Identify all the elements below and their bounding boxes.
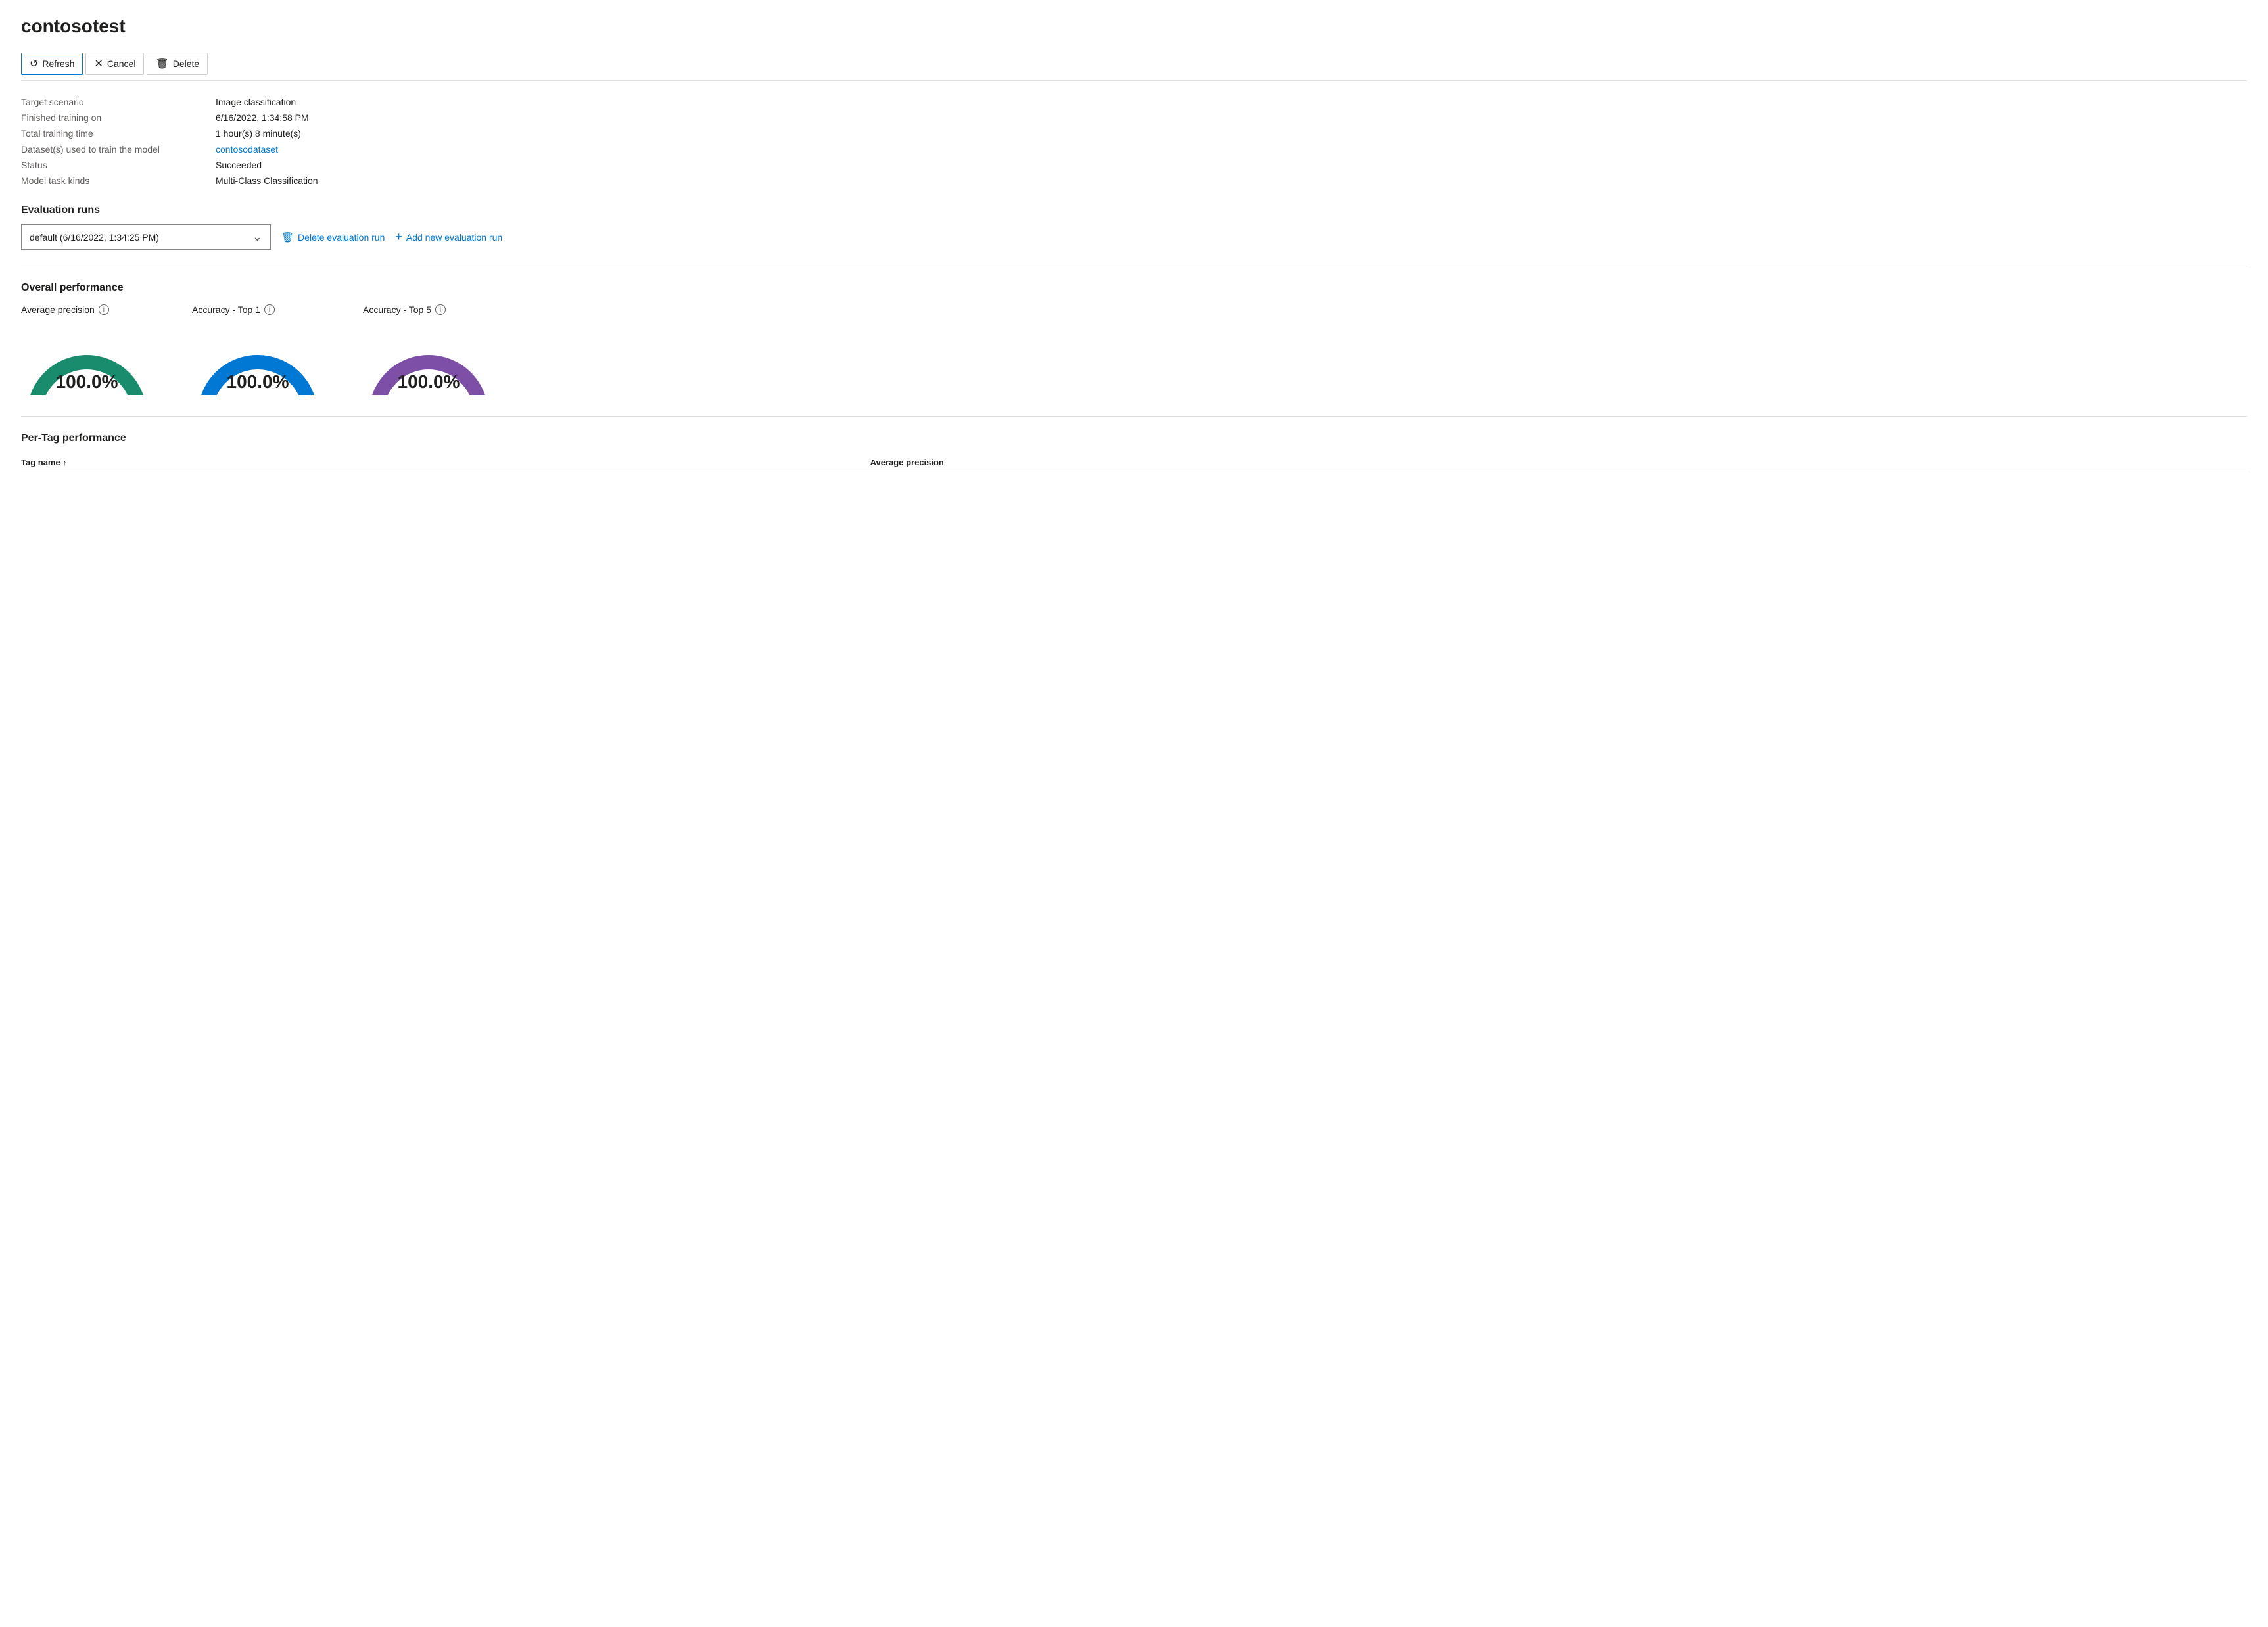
info-label-5: Model task kinds [21, 176, 205, 186]
delete-eval-icon: 🗑 [281, 231, 294, 243]
delete-label: Delete [173, 59, 199, 69]
gauge-value-0: 100.0% [21, 371, 153, 392]
per-tag-col-0[interactable]: Tag name↑ [21, 452, 870, 473]
gauge-0: Average precision i 100.0% [21, 304, 153, 395]
info-grid: Target scenario Image classification Finis… [21, 97, 2247, 186]
gauge-wrapper-0: 100.0% [21, 323, 153, 395]
gauge-wrapper-1: 100.0% [192, 323, 323, 395]
gauge-1: Accuracy - Top 1 i 100.0% [192, 304, 323, 395]
eval-run-dropdown[interactable]: default (6/16/2022, 1:34:25 PM) ⌄ [21, 224, 271, 250]
delete-icon: 🗑 [155, 57, 168, 70]
refresh-button[interactable]: ↺ Refresh [21, 53, 83, 75]
refresh-icon: ↺ [30, 57, 38, 70]
info-label-0: Target scenario [21, 97, 205, 107]
gauge-title-2: Accuracy - Top 5 [363, 304, 431, 315]
gauge-label-1: Accuracy - Top 1 i [192, 304, 275, 315]
refresh-label: Refresh [42, 59, 74, 69]
overall-performance-section: Overall performance Average precision i 1… [21, 282, 2247, 395]
add-eval-run-button[interactable]: + Add new evaluation run [395, 227, 502, 247]
gauge-value-2: 100.0% [363, 371, 494, 392]
info-value-5: Multi-Class Classification [216, 176, 2247, 186]
info-value-2: 1 hour(s) 8 minute(s) [216, 128, 2247, 139]
evaluation-runs-title: Evaluation runs [21, 204, 2247, 216]
overall-performance-title: Overall performance [21, 282, 2247, 294]
gauge-info-icon-0[interactable]: i [99, 304, 109, 315]
gauge-wrapper-2: 100.0% [363, 323, 494, 395]
info-label-1: Finished training on [21, 112, 205, 123]
info-label-3: Dataset(s) used to train the model [21, 144, 205, 154]
delete-eval-run-button[interactable]: 🗑 Delete evaluation run [281, 229, 385, 246]
eval-run-row: default (6/16/2022, 1:34:25 PM) ⌄ 🗑 Dele… [21, 224, 2247, 250]
plus-icon: + [395, 230, 402, 244]
gauge-info-icon-2[interactable]: i [435, 304, 446, 315]
sort-icon-0: ↑ [63, 460, 67, 467]
chevron-down-icon: ⌄ [252, 230, 262, 244]
per-tag-table: Tag name↑Average precision [21, 452, 2247, 473]
gauge-label-2: Accuracy - Top 5 i [363, 304, 446, 315]
per-tag-title: Per-Tag performance [21, 433, 2247, 444]
page-title: contosotest [21, 16, 2247, 37]
info-value-3[interactable]: contosodataset [216, 144, 2247, 154]
gauges-row: Average precision i100.0%Accuracy - Top … [21, 304, 2247, 395]
per-tag-section: Per-Tag performance Tag name↑Average pre… [21, 433, 2247, 473]
gauge-value-1: 100.0% [192, 371, 323, 392]
info-label-4: Status [21, 160, 205, 170]
gauge-label-0: Average precision i [21, 304, 109, 315]
gauge-2: Accuracy - Top 5 i 100.0% [363, 304, 494, 395]
info-value-1: 6/16/2022, 1:34:58 PM [216, 112, 2247, 123]
delete-eval-label: Delete evaluation run [298, 232, 385, 243]
gauge-title-1: Accuracy - Top 1 [192, 304, 260, 315]
cancel-icon: ✕ [94, 57, 103, 70]
gauge-info-icon-1[interactable]: i [264, 304, 275, 315]
cancel-button[interactable]: ✕ Cancel [85, 53, 144, 75]
info-label-2: Total training time [21, 128, 205, 139]
cancel-label: Cancel [107, 59, 136, 69]
info-value-0: Image classification [216, 97, 2247, 107]
toolbar: ↺ Refresh ✕ Cancel 🗑 Delete [21, 47, 2247, 81]
delete-button[interactable]: 🗑 Delete [147, 53, 208, 75]
eval-actions: 🗑 Delete evaluation run + Add new evalua… [281, 227, 502, 247]
add-eval-label: Add new evaluation run [406, 232, 502, 243]
per-tag-col-1: Average precision [870, 452, 2247, 473]
eval-run-selected: default (6/16/2022, 1:34:25 PM) [30, 232, 159, 243]
section-divider-2 [21, 416, 2247, 417]
gauge-title-0: Average precision [21, 304, 95, 315]
info-value-4: Succeeded [216, 160, 2247, 170]
